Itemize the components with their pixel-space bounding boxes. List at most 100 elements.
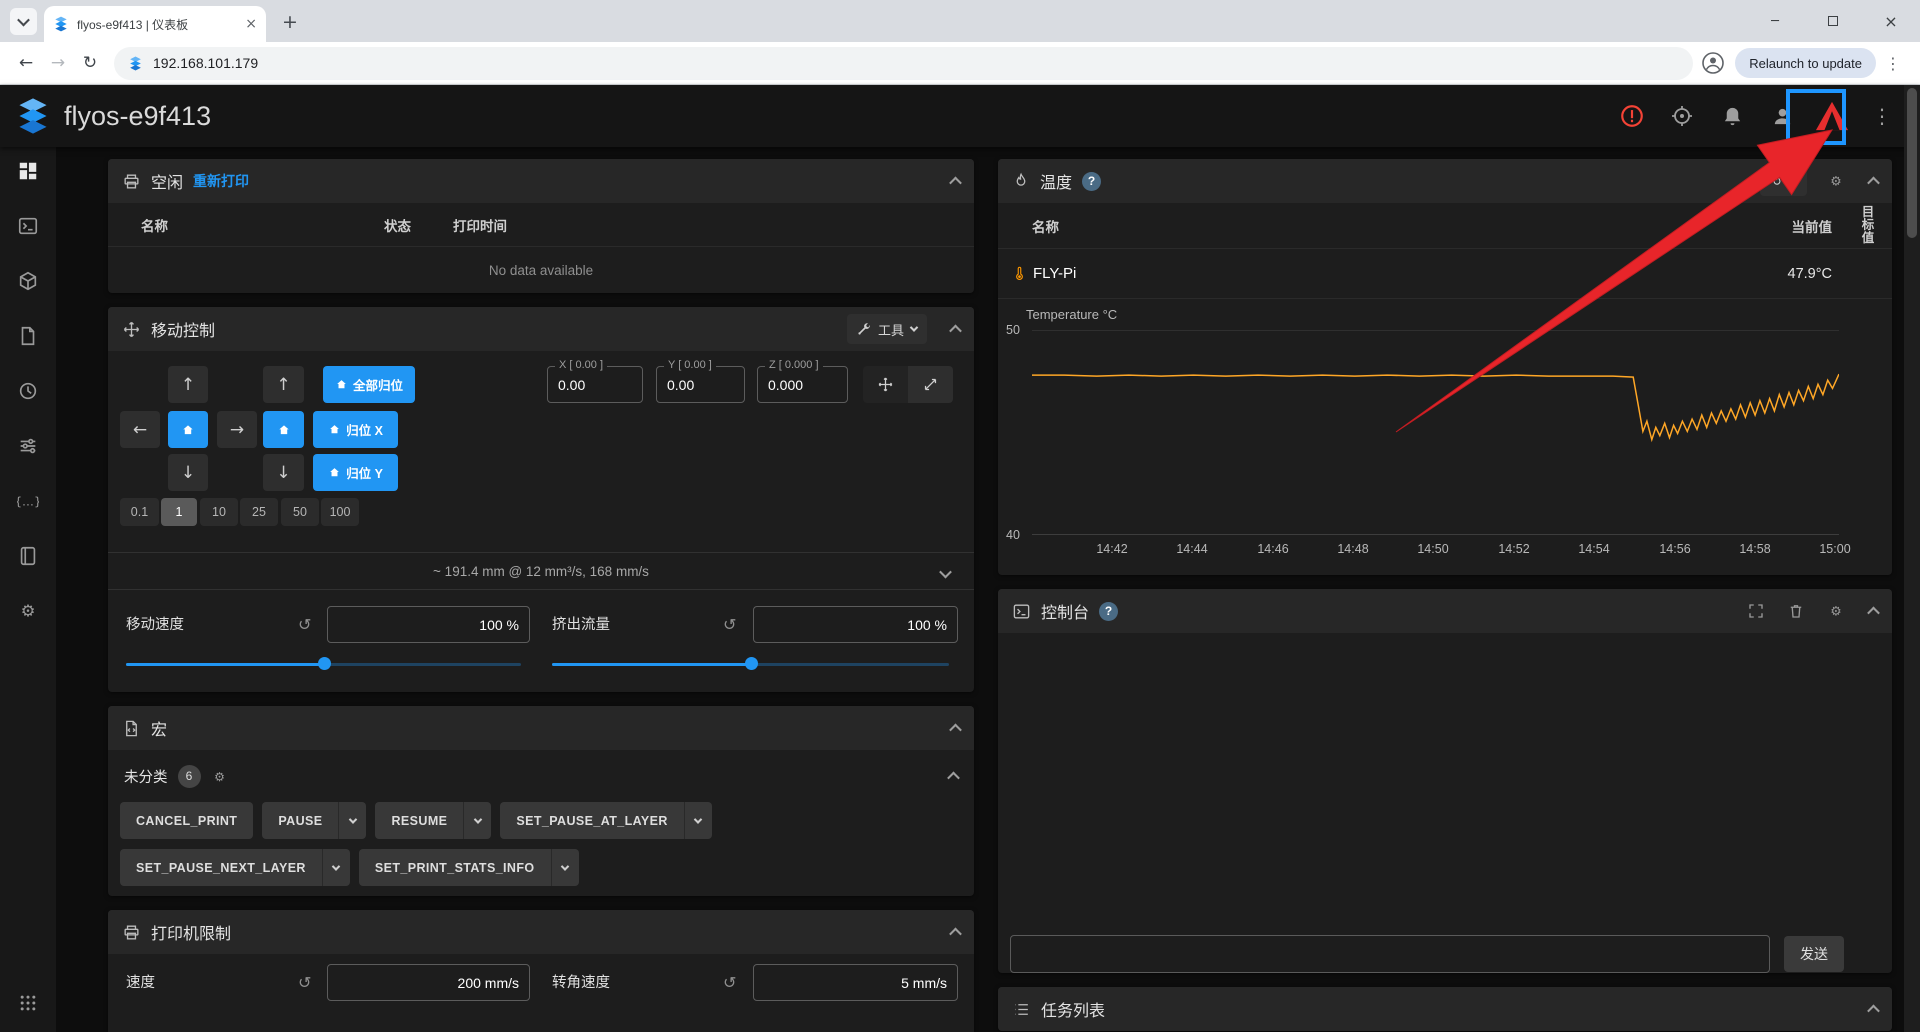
printer-limits-header[interactable]: 打印机限制 bbox=[108, 910, 974, 954]
group-collapse-icon[interactable] bbox=[947, 771, 960, 784]
step-0.1-button[interactable]: 0.1 bbox=[120, 498, 159, 526]
notifications-button[interactable] bbox=[1710, 94, 1754, 138]
move-summary-expander[interactable]: ~ 191.4 mm @ 12 mm³/s, 168 mm/s bbox=[108, 552, 974, 590]
sidebar-item-history[interactable] bbox=[16, 379, 40, 403]
sidebar-item-configure[interactable]: {…} bbox=[16, 489, 40, 513]
thermals-help-icon[interactable]: ? bbox=[1082, 172, 1101, 191]
new-tab-button[interactable]: + bbox=[278, 10, 302, 34]
macro-set-pause-next-layer-button[interactable]: SET_PAUSE_NEXT_LAYER bbox=[120, 849, 350, 886]
window-maximize-button[interactable] bbox=[1804, 0, 1862, 42]
collapse-icon[interactable] bbox=[1867, 176, 1880, 189]
forward-button[interactable]: → bbox=[42, 47, 74, 79]
macros-header[interactable]: 宏 bbox=[108, 706, 974, 750]
console-command-input[interactable] bbox=[1010, 935, 1770, 973]
gear-icon[interactable]: ⚙ bbox=[1827, 172, 1845, 190]
step-50-button[interactable]: 50 bbox=[281, 498, 319, 526]
jog-x-plus-button[interactable]: → bbox=[217, 411, 257, 448]
fullscreen-icon[interactable] bbox=[1747, 602, 1765, 620]
trash-icon[interactable] bbox=[1787, 602, 1805, 620]
tool-dropdown-button[interactable]: 工具 bbox=[847, 314, 927, 344]
speed-field[interactable]: 100 % bbox=[327, 606, 530, 643]
console-header[interactable]: 控制台 ? ⚙ bbox=[998, 589, 1892, 633]
collapse-icon[interactable] bbox=[949, 927, 962, 940]
x-position-field[interactable]: X [ 0.00 ] 0.00 bbox=[547, 366, 643, 403]
macro-pause-dropdown[interactable] bbox=[338, 802, 366, 839]
absolute-move-toggle[interactable] bbox=[863, 366, 908, 403]
flow-slider-thumb[interactable] bbox=[745, 657, 758, 670]
app-menu-button[interactable]: ⋮ bbox=[1860, 94, 1904, 138]
flow-slider[interactable] bbox=[552, 657, 949, 671]
speed-reset-icon[interactable]: ↺ bbox=[298, 606, 311, 644]
sidebar-item-system[interactable] bbox=[16, 544, 40, 568]
velocity-field[interactable]: 200 mm/s bbox=[327, 964, 530, 1001]
sidebar-item-tune[interactable] bbox=[16, 434, 40, 458]
relaunch-to-update-button[interactable]: Relaunch to update bbox=[1735, 48, 1876, 78]
presets-dropdown-button[interactable] bbox=[1760, 166, 1807, 196]
sidebar-item-gcode-preview[interactable] bbox=[16, 269, 40, 293]
sidebar-item-settings[interactable]: ⚙ bbox=[16, 599, 40, 623]
sidebar-item-console[interactable] bbox=[16, 214, 40, 238]
collapse-icon[interactable] bbox=[949, 723, 962, 736]
collapse-icon[interactable] bbox=[949, 324, 962, 337]
home-x-button[interactable]: 归位 X bbox=[313, 411, 398, 448]
speed-slider-thumb[interactable] bbox=[318, 657, 331, 670]
console-help-icon[interactable]: ? bbox=[1099, 602, 1118, 621]
home-y-button[interactable]: 归位 Y bbox=[313, 454, 398, 491]
flow-field[interactable]: 100 % bbox=[753, 606, 958, 643]
macro-resume-dropdown[interactable] bbox=[463, 802, 491, 839]
profile-icon[interactable] bbox=[1701, 51, 1725, 75]
address-bar[interactable]: 192.168.101.179 bbox=[114, 47, 1693, 80]
thermals-header[interactable]: 温度 ? ⚙ bbox=[998, 159, 1892, 203]
macro-pause-button[interactable]: PAUSE bbox=[262, 802, 366, 839]
reload-button[interactable]: ↻ bbox=[74, 47, 106, 79]
sensor-row-fly-pi[interactable]: FLY-Pi 47.9°C bbox=[998, 249, 1892, 299]
scrollbar-thumb[interactable] bbox=[1907, 88, 1917, 238]
jog-x-minus-button[interactable]: ← bbox=[120, 411, 160, 448]
window-minimize-button[interactable]: ─ bbox=[1746, 0, 1804, 42]
velocity-reset-icon[interactable]: ↺ bbox=[298, 964, 311, 1002]
macro-cancel-print-button[interactable]: CANCEL_PRINT bbox=[120, 802, 253, 839]
collapse-icon[interactable] bbox=[949, 176, 962, 189]
relative-move-toggle[interactable] bbox=[908, 366, 953, 403]
step-10-button[interactable]: 10 bbox=[200, 498, 238, 526]
host-locate-button[interactable] bbox=[1660, 94, 1704, 138]
jog-y-minus-button[interactable]: ↓ bbox=[168, 454, 208, 491]
collapse-icon[interactable] bbox=[1867, 606, 1880, 619]
tab-search-button[interactable] bbox=[10, 8, 37, 35]
gear-icon[interactable]: ⚙ bbox=[1827, 602, 1845, 620]
tab-close-icon[interactable]: × bbox=[245, 17, 257, 31]
gear-icon[interactable]: ⚙ bbox=[211, 768, 228, 785]
scv-field[interactable]: 5 mm/s bbox=[753, 964, 958, 1001]
home-all-button[interactable]: 全部归位 bbox=[323, 366, 415, 403]
send-button[interactable]: 发送 bbox=[1784, 936, 1844, 972]
back-button[interactable]: ← bbox=[10, 47, 42, 79]
step-1-button[interactable]: 1 bbox=[161, 498, 197, 526]
step-25-button[interactable]: 25 bbox=[240, 498, 278, 526]
browser-menu-icon[interactable]: ⋮ bbox=[1876, 54, 1910, 73]
speed-slider[interactable] bbox=[126, 657, 521, 671]
window-close-button[interactable]: × bbox=[1862, 0, 1920, 42]
browser-tab[interactable]: flyos-e9f413 | 仪表板 × bbox=[44, 6, 266, 42]
reprint-button[interactable]: 重新打印 bbox=[193, 171, 249, 191]
jobs-header[interactable]: 任务列表 bbox=[998, 987, 1892, 1031]
y-position-field[interactable]: Y [ 0.00 ] 0.00 bbox=[656, 366, 745, 403]
printer-status-header[interactable]: 空闲 重新打印 bbox=[108, 159, 974, 203]
z-position-field[interactable]: Z [ 0.000 ] 0.000 bbox=[757, 366, 848, 403]
home-x-icon-button[interactable] bbox=[168, 411, 208, 448]
sidebar-item-dashboard[interactable] bbox=[16, 159, 40, 183]
step-100-button[interactable]: 100 bbox=[321, 498, 359, 526]
macro-set-pause-next-layer-dropdown[interactable] bbox=[322, 849, 350, 886]
sidebar-item-apps[interactable] bbox=[16, 991, 40, 1015]
jog-z-minus-button[interactable]: ↓ bbox=[263, 454, 304, 491]
emergency-stop-button[interactable] bbox=[1610, 94, 1654, 138]
macro-set-print-stats-info-dropdown[interactable] bbox=[551, 849, 579, 886]
macro-set-pause-at-layer-dropdown[interactable] bbox=[684, 802, 712, 839]
flow-reset-icon[interactable]: ↺ bbox=[723, 606, 736, 644]
console-output-area[interactable] bbox=[998, 633, 1892, 935]
home-y-icon-button[interactable] bbox=[263, 411, 304, 448]
macro-set-pause-at-layer-button[interactable]: SET_PAUSE_AT_LAYER bbox=[500, 802, 711, 839]
jog-y-plus-button[interactable]: ↑ bbox=[168, 366, 208, 403]
jog-z-plus-button[interactable]: ↑ bbox=[263, 366, 304, 403]
scv-reset-icon[interactable]: ↺ bbox=[723, 964, 736, 1002]
sidebar-item-jobs[interactable] bbox=[16, 324, 40, 348]
